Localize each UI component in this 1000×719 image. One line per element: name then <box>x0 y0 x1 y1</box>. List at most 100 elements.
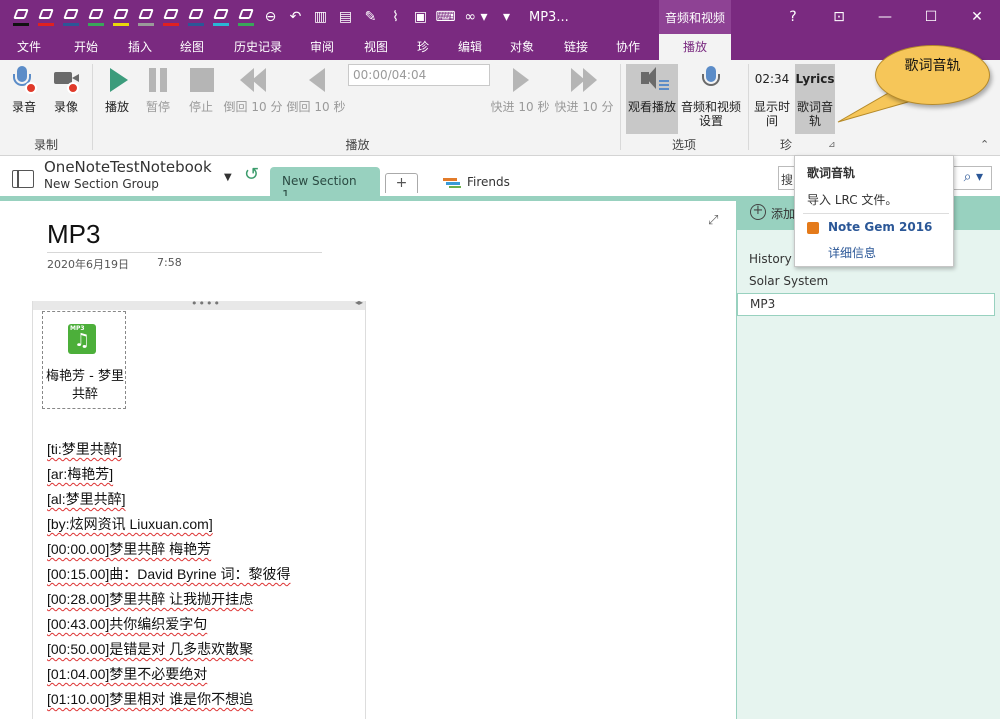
tab-zhen[interactable]: 珍 <box>408 34 438 60</box>
forward-10-minutes-button[interactable]: 快进 10 分 <box>553 64 615 114</box>
forward-10-seconds-button[interactable]: 快进 10 秒 <box>489 64 551 114</box>
ribbon-display-icon[interactable]: ⊡ <box>816 0 862 34</box>
tab-insert[interactable]: 插入 <box>118 34 162 60</box>
undo-icon[interactable]: ↶ <box>283 4 308 30</box>
collapse-ribbon-icon[interactable]: ⌃ <box>980 138 989 151</box>
play-icon <box>102 64 132 96</box>
details-link[interactable]: 详细信息 <box>828 244 876 261</box>
section-tab-firends[interactable]: Firends <box>443 175 510 189</box>
menu-divider <box>803 213 949 214</box>
record-video-button[interactable]: 录像 <box>48 64 84 114</box>
note-container[interactable]: •••• ◂▸ MP3 ♫ 梅艳芳 - 梦里共醉 [ti:梦里共醉] [ar:梅… <box>32 297 367 719</box>
lyrics-text[interactable]: [ti:梦里共醉] [ar:梅艳芳] [al:梦里共醉] [by:炫网资讯 Li… <box>47 437 367 712</box>
notebook-icon <box>12 170 34 188</box>
pages-pane: + 添加 History Solar System MP3 <box>736 196 1000 719</box>
stop-icon <box>186 64 216 96</box>
lyric-line: [00:50.00]是错是对 几多悲欢散聚 <box>47 641 254 657</box>
pen-cyan[interactable] <box>208 4 233 30</box>
page-date: 2020年6月19日 <box>47 258 129 271</box>
close-icon[interactable]: ✕ <box>954 0 1000 34</box>
help-button[interactable]: ? <box>770 0 816 34</box>
menu-header: 歌词音轨 <box>807 166 856 180</box>
tab-review[interactable]: 审阅 <box>300 34 344 60</box>
add-section-button[interactable]: + <box>385 173 418 193</box>
section-group-icon <box>443 177 461 188</box>
tab-edit[interactable]: 编辑 <box>448 34 492 60</box>
fast-rewind-icon <box>238 64 268 96</box>
pen-yellow[interactable] <box>108 4 133 30</box>
group-label-record: 录制 <box>33 138 58 152</box>
tab-history[interactable]: 历史记录 <box>228 34 288 60</box>
resize-handle-icon[interactable]: ◂▸ <box>355 298 363 307</box>
lyric-line: [ar:梅艳芳] <box>47 466 114 482</box>
context-tab-av: 音频和视频 <box>659 0 731 34</box>
section-tab-active[interactable]: New Section 1 <box>270 167 380 202</box>
pen-red[interactable] <box>33 4 58 30</box>
av-settings-button[interactable]: 音频和视频设置 <box>679 64 743 128</box>
minimize-icon[interactable]: — <box>862 0 908 34</box>
pen-green[interactable] <box>83 4 108 30</box>
lyrics-label: Lyrics <box>795 72 835 86</box>
music-note-icon: ♫ <box>74 330 91 351</box>
pen-red-2[interactable] <box>158 4 183 30</box>
drag-handle-icon[interactable]: •••• <box>191 297 221 310</box>
tab-link[interactable]: 链接 <box>554 34 598 60</box>
rewind-10-seconds-button[interactable]: 倒回 10 秒 <box>285 64 347 114</box>
sync-icon[interactable]: ↺ <box>244 164 259 185</box>
tab-file[interactable]: 文件 <box>8 34 50 60</box>
tab-playback[interactable]: 播放 <box>659 34 731 60</box>
title-underline <box>47 252 322 253</box>
window-controls: ? ⊡ — ☐ ✕ <box>770 0 1000 34</box>
customize-qat-icon[interactable]: ▾ <box>494 4 519 30</box>
page-title[interactable]: MP3 <box>47 219 100 250</box>
lyric-line: [00:15.00]曲：David Byrine 词：黎彼得 <box>47 566 291 582</box>
notebook-name[interactable]: OneNoteTestNotebook <box>44 158 212 176</box>
page-icon[interactable]: ▤ <box>333 4 358 30</box>
tab-object[interactable]: 对象 <box>500 34 544 60</box>
pause-button[interactable]: 暂停 <box>141 64 175 114</box>
attach-icon[interactable]: ⌇ <box>383 4 408 30</box>
infinity-icon[interactable]: ∞ ▾ <box>458 4 494 30</box>
record-audio-button[interactable]: 录音 <box>6 64 42 114</box>
show-time-value: 02:34 <box>754 72 790 86</box>
page-item-solar-system[interactable]: Solar System <box>749 274 828 288</box>
show-time-button[interactable]: 02:34 显示时间 <box>753 64 791 128</box>
mp3-attachment[interactable]: MP3 ♫ 梅艳芳 - 梦里共醉 <box>42 311 126 409</box>
pen-blue[interactable] <box>58 4 83 30</box>
pen-black[interactable] <box>8 4 33 30</box>
expand-icon[interactable]: ⤢ <box>708 213 718 228</box>
paste-icon[interactable]: ▣ <box>408 4 433 30</box>
rewind-10-minutes-button[interactable]: 倒回 10 分 <box>222 64 284 114</box>
tab-collaborate[interactable]: 协作 <box>606 34 650 60</box>
tab-view[interactable]: 视图 <box>354 34 398 60</box>
group-label-zhen: 珍 <box>779 138 792 152</box>
forward-icon <box>505 64 535 96</box>
import-lrc-menu-item[interactable]: 导入 LRC 文件。 <box>807 191 897 208</box>
playback-time-field[interactable]: 00:00/04:04 <box>348 64 490 86</box>
maximize-icon[interactable]: ☐ <box>908 0 954 34</box>
page-item-mp3[interactable]: MP3 <box>737 293 995 316</box>
tab-home[interactable]: 开始 <box>64 34 108 60</box>
callout-bubble: 歌词音轨 <box>875 45 990 105</box>
section-group-name[interactable]: New Section Group <box>44 177 159 191</box>
page-item-history[interactable]: History <box>749 252 792 266</box>
see-playback-button[interactable]: 观看播放 <box>626 64 678 134</box>
dock-icon[interactable]: ▥ <box>308 4 333 30</box>
page-canvas[interactable]: MP3 2020年6月19日 7:58 ⤢ •••• ◂▸ MP3 ♫ 梅艳芳 … <box>0 201 736 719</box>
search-icon[interactable]: ⌕ ▾ <box>964 169 983 185</box>
pen-gray[interactable] <box>133 4 158 30</box>
play-button[interactable]: 播放 <box>100 64 134 114</box>
lyrics-track-button[interactable]: Lyrics 歌词音轨 <box>795 64 835 134</box>
stop-button[interactable]: 停止 <box>184 64 218 114</box>
eraser-icon[interactable]: ✎ <box>358 4 383 30</box>
keyboard-icon[interactable]: ⌨ <box>433 4 458 30</box>
lyric-line: [ti:梦里共醉] <box>47 441 122 457</box>
back-icon[interactable]: ⊖ <box>258 4 283 30</box>
group-separator <box>92 64 93 150</box>
dialog-launcher-icon[interactable]: ⊿ <box>828 140 836 150</box>
container-handle[interactable]: •••• ◂▸ <box>33 297 365 310</box>
pen-blue-2[interactable] <box>183 4 208 30</box>
tab-draw[interactable]: 绘图 <box>170 34 214 60</box>
chevron-down-icon[interactable]: ▼ <box>224 172 232 183</box>
pen-green-2[interactable] <box>233 4 258 30</box>
